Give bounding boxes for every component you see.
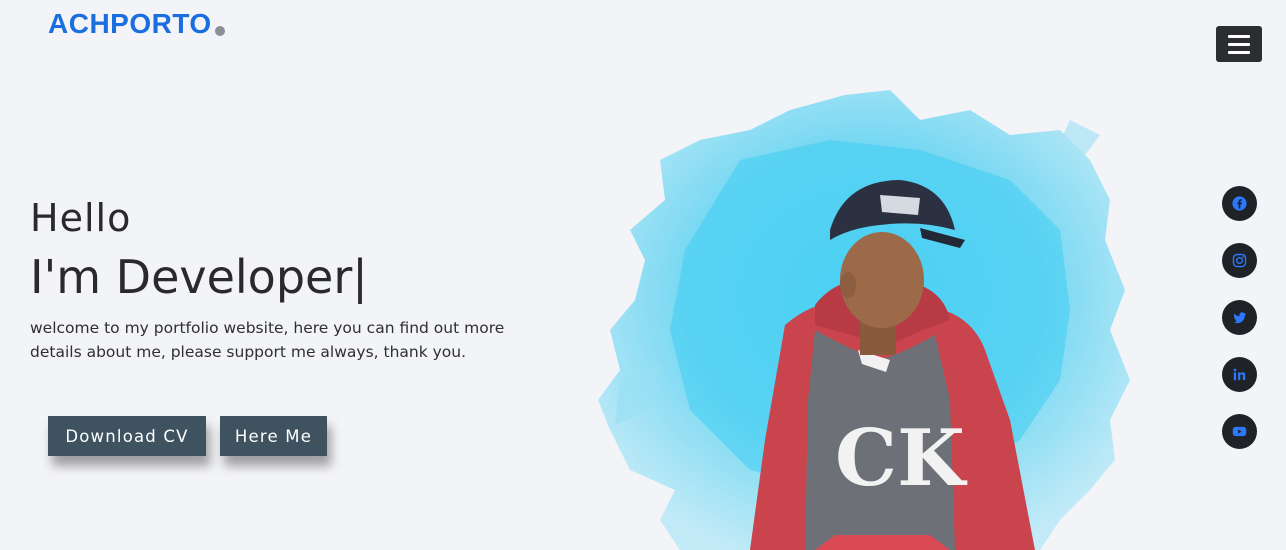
hero-role-prefix: I'm bbox=[30, 250, 102, 304]
here-me-button[interactable]: Here Me bbox=[220, 416, 327, 456]
facebook-icon bbox=[1232, 196, 1247, 211]
hamburger-bar-icon bbox=[1228, 50, 1250, 54]
hero-intro-line: welcome to my portfolio website, here yo… bbox=[30, 319, 505, 337]
hero-intro-line: details about me, please support me alwa… bbox=[30, 343, 467, 361]
twitter-link[interactable] bbox=[1222, 300, 1257, 335]
instagram-icon bbox=[1232, 253, 1247, 268]
twitter-icon bbox=[1233, 312, 1246, 324]
typing-cursor: | bbox=[352, 250, 368, 304]
linkedin-link[interactable] bbox=[1222, 357, 1257, 392]
logo-text[interactable]: ACHPORTO bbox=[48, 8, 212, 40]
svg-text:CK: CK bbox=[835, 413, 968, 504]
hamburger-menu-button[interactable] bbox=[1216, 26, 1262, 62]
youtube-icon bbox=[1232, 426, 1247, 437]
download-cv-button[interactable]: Download CV bbox=[48, 416, 206, 456]
hamburger-bar-icon bbox=[1228, 42, 1250, 46]
facebook-link[interactable] bbox=[1222, 186, 1257, 221]
page: ACHPORTO Hello I'm Developer| welcome to… bbox=[0, 0, 1286, 550]
logo-dot-icon bbox=[214, 26, 225, 36]
hero-greeting: Hello bbox=[30, 196, 132, 240]
hero-portrait-image: CK bbox=[598, 90, 1130, 550]
site-logo[interactable]: ACHPORTO bbox=[48, 8, 225, 40]
hero-role: I'm Developer| bbox=[30, 250, 368, 304]
hamburger-bar-icon bbox=[1228, 34, 1250, 38]
hero-intro: welcome to my portfolio website, here yo… bbox=[30, 316, 530, 364]
youtube-link[interactable] bbox=[1222, 414, 1257, 449]
hero-role-text: Developer bbox=[115, 250, 353, 304]
linkedin-icon bbox=[1233, 368, 1246, 381]
instagram-link[interactable] bbox=[1222, 243, 1257, 278]
